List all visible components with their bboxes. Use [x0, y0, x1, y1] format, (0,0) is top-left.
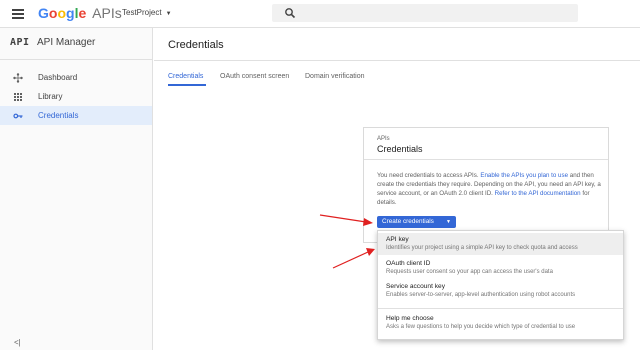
- arrow-to-api-key: [332, 248, 375, 269]
- menu-item-description: Requests user consent so your app can ac…: [386, 269, 553, 275]
- menu-item-description: Enables server-to-server, app-level auth…: [386, 292, 576, 298]
- library-icon: [14, 93, 22, 101]
- create-credentials-label: Create credentials: [382, 218, 434, 225]
- card-text-part: You need credentials to access APIs.: [377, 172, 481, 179]
- logo-letter-1: G: [38, 5, 49, 21]
- card-description: You need credentials to access APIs. Ena…: [377, 171, 605, 207]
- logo-apis-text: APIs: [92, 5, 122, 21]
- menu-item-label: API key: [386, 236, 409, 243]
- credentials-card: APIs Credentials You need credentials to…: [363, 127, 609, 243]
- project-name: TestProject: [122, 8, 162, 17]
- menu-item-label: Help me choose: [386, 315, 434, 322]
- active-tab-indicator: [168, 84, 206, 86]
- tab-domain-verification[interactable]: Domain verification: [305, 73, 365, 80]
- sidebar-item-label: Credentials: [38, 111, 79, 120]
- tab-credentials[interactable]: Credentials: [168, 73, 203, 80]
- logo-google-text: Google: [38, 5, 90, 21]
- dashboard-icon: [13, 73, 23, 83]
- sidebar-header: API API Manager: [0, 28, 152, 60]
- menu-item-label: Service account key: [386, 283, 446, 290]
- menu-item-service-account-key[interactable]: Service account key Enables server-to-se…: [378, 280, 623, 302]
- sidebar-nav: Dashboard Library Credentials: [0, 68, 152, 125]
- search-icon: [285, 8, 296, 19]
- menu-icon[interactable]: [12, 9, 24, 19]
- enable-apis-link[interactable]: Enable the APIs you plan to use: [480, 172, 568, 179]
- google-apis-logo[interactable]: Google APIs: [38, 5, 122, 21]
- sidebar-item-library[interactable]: Library: [0, 87, 152, 106]
- menu-item-label: OAuth client ID: [386, 260, 431, 267]
- menu-item-help-me-choose[interactable]: Help me choose Asks a few questions to h…: [378, 312, 623, 334]
- search-input[interactable]: [302, 5, 572, 21]
- logo-letter-4: g: [66, 5, 75, 21]
- tab-oauth-consent-screen[interactable]: OAuth consent screen: [220, 73, 289, 80]
- search-bar[interactable]: [272, 4, 578, 22]
- api-documentation-link[interactable]: Refer to the API documentation: [495, 190, 581, 197]
- menu-item-oauth-client-id[interactable]: OAuth client ID Requests user consent so…: [378, 257, 623, 279]
- card-subtitle: APIs: [377, 136, 390, 142]
- sidebar-title: API Manager: [37, 37, 96, 48]
- menu-item-api-key[interactable]: API key Identifies your project using a …: [378, 233, 623, 255]
- sidebar: API API Manager Dashboard Library Creden…: [0, 28, 153, 350]
- logo-letter-3: o: [57, 5, 67, 21]
- card-title: Credentials: [377, 144, 423, 154]
- sidebar-item-label: Dashboard: [38, 73, 78, 82]
- caret-down-icon: ▼: [446, 219, 451, 225]
- divider: [364, 159, 608, 160]
- menu-item-description: Identifies your project using a simple A…: [386, 245, 578, 251]
- create-credentials-menu: API key Identifies your project using a …: [377, 230, 624, 340]
- sidebar-item-credentials[interactable]: Credentials: [0, 106, 152, 125]
- caret-down-icon: ▼: [165, 11, 172, 17]
- key-icon: [13, 113, 23, 119]
- menu-divider: [378, 308, 623, 309]
- logo-letter-6: e: [78, 5, 87, 21]
- project-selector[interactable]: TestProject ▼: [122, 8, 172, 17]
- divider: [154, 60, 640, 61]
- collapse-sidebar-icon[interactable]: <|: [14, 338, 21, 347]
- create-credentials-button[interactable]: Create credentials ▼: [377, 216, 456, 228]
- api-manager-logo: API: [10, 37, 30, 48]
- menu-item-description: Asks a few questions to help you decide …: [386, 324, 576, 330]
- page-title: Credentials: [168, 39, 224, 51]
- sidebar-item-label: Library: [38, 92, 63, 101]
- sidebar-item-dashboard[interactable]: Dashboard: [0, 68, 152, 87]
- top-bar: Google APIs TestProject ▼: [0, 0, 640, 28]
